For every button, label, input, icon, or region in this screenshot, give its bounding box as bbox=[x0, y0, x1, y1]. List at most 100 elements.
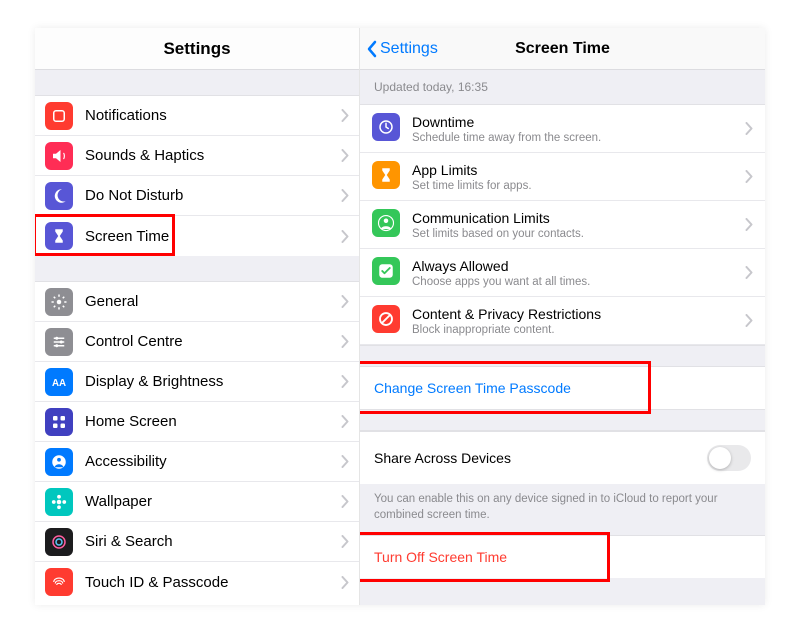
chevron-right-icon bbox=[341, 295, 349, 308]
option-subtitle: Set limits based on your contacts. bbox=[412, 228, 745, 240]
chevron-right-icon bbox=[341, 335, 349, 348]
chevron-right-icon bbox=[341, 576, 349, 589]
sidebar-item-label: Do Not Disturb bbox=[85, 187, 341, 204]
chevron-right-icon bbox=[745, 218, 753, 231]
chevron-right-icon bbox=[341, 109, 349, 122]
back-label: Settings bbox=[380, 40, 438, 58]
option-subtitle: Schedule time away from the screen. bbox=[412, 132, 745, 144]
option-text: Content & Privacy Restrictions Block inap… bbox=[412, 306, 745, 336]
screen-time-options: Downtime Schedule time away from the scre… bbox=[360, 105, 765, 345]
siri-icon bbox=[45, 528, 73, 556]
sidebar-item-do-not-disturb[interactable]: Do Not Disturb bbox=[35, 176, 359, 216]
grid-icon bbox=[45, 408, 73, 436]
option-subtitle: Choose apps you want at all times. bbox=[412, 276, 745, 288]
change-passcode-label: Change Screen Time Passcode bbox=[374, 380, 571, 396]
settings-group-2: General Control Centre AA Display & Brightn… bbox=[35, 282, 359, 602]
nav-bar: Settings Screen Time bbox=[360, 28, 765, 70]
chevron-right-icon bbox=[745, 266, 753, 279]
settings-sidebar: Settings NotificationsSounds & HapticsDo… bbox=[35, 28, 360, 605]
chevron-right-icon bbox=[341, 455, 349, 468]
sidebar-item-label: Screen Time bbox=[85, 228, 341, 245]
back-button[interactable]: Settings bbox=[360, 40, 438, 58]
sidebar-item-label: Control Centre bbox=[85, 333, 341, 350]
turn-off-screen-time-button[interactable]: Turn Off Screen Time bbox=[360, 535, 765, 578]
chevron-right-icon bbox=[745, 314, 753, 327]
sidebar-item-label: Display & Brightness bbox=[85, 373, 341, 390]
option-title: Always Allowed bbox=[412, 258, 745, 274]
sidebar-item-notifications[interactable]: Notifications bbox=[35, 96, 359, 136]
sidebar-item-label: Notifications bbox=[85, 107, 341, 124]
sidebar-item-label: Accessibility bbox=[85, 453, 341, 470]
change-passcode-button[interactable]: Change Screen Time Passcode bbox=[360, 367, 765, 409]
sidebar-item-display-brightness[interactable]: AA Display & Brightness bbox=[35, 362, 359, 402]
option-always-allowed[interactable]: Always Allowed Choose apps you want at al… bbox=[360, 249, 765, 297]
settings-group-1: Notifications Sounds & Haptics Do Not Dist… bbox=[35, 96, 359, 256]
clock-icon bbox=[372, 113, 400, 141]
person-icon bbox=[45, 448, 73, 476]
notifications-icon bbox=[45, 102, 73, 130]
option-app-limits[interactable]: App LimitsSet time limits for apps. bbox=[360, 153, 765, 201]
section-gap bbox=[360, 409, 765, 431]
sidebar-item-wallpaper[interactable]: Wallpaper bbox=[35, 482, 359, 522]
option-text: Downtime Schedule time away from the scre… bbox=[412, 114, 745, 144]
option-title: Content & Privacy Restrictions bbox=[412, 306, 745, 322]
flower-icon bbox=[45, 488, 73, 516]
hourglass-icon bbox=[45, 222, 73, 250]
fingerprint-icon bbox=[45, 568, 73, 596]
share-toggle[interactable] bbox=[707, 445, 751, 471]
aa-icon: AA bbox=[45, 368, 73, 396]
section-gap bbox=[35, 256, 359, 282]
sidebar-item-general[interactable]: General bbox=[35, 282, 359, 322]
sidebar-item-label: Touch ID & Passcode bbox=[85, 574, 341, 591]
sidebar-item-screen-time[interactable]: Screen Time bbox=[35, 216, 359, 256]
option-title: Downtime bbox=[412, 114, 745, 130]
option-text: Communication Limits Set limits based on … bbox=[412, 210, 745, 240]
contacts-icon bbox=[372, 209, 400, 237]
chevron-right-icon bbox=[341, 495, 349, 508]
sidebar-item-label: Siri & Search bbox=[85, 533, 341, 550]
sidebar-item-home-screen[interactable]: Home Screen bbox=[35, 402, 359, 442]
chevron-right-icon bbox=[341, 230, 349, 243]
option-text: Always Allowed Choose apps you want at al… bbox=[412, 258, 745, 288]
option-title: Communication Limits bbox=[412, 210, 745, 226]
sidebar-item-label: Wallpaper bbox=[85, 493, 341, 510]
option-subtitle: Block inappropriate content. bbox=[412, 324, 745, 336]
chevron-right-icon bbox=[745, 170, 753, 183]
option-content-privacy-restrictions[interactable]: Content & Privacy Restrictions Block inap… bbox=[360, 297, 765, 345]
sidebar-item-touch-id-passcode[interactable]: Touch ID & Passcode bbox=[35, 562, 359, 602]
check-icon bbox=[372, 257, 400, 285]
gear-icon bbox=[45, 288, 73, 316]
chevron-right-icon bbox=[341, 375, 349, 388]
section-gap bbox=[360, 345, 765, 367]
sidebar-item-label: Sounds & Haptics bbox=[85, 147, 341, 164]
svg-text:AA: AA bbox=[52, 377, 66, 388]
share-label: Share Across Devices bbox=[374, 450, 707, 466]
sidebar-item-accessibility[interactable]: Accessibility bbox=[35, 442, 359, 482]
nosign-icon bbox=[372, 305, 400, 333]
hourglass-icon bbox=[372, 161, 400, 189]
turn-off-label: Turn Off Screen Time bbox=[374, 549, 507, 565]
sounds-icon bbox=[45, 142, 73, 170]
option-text: App LimitsSet time limits for apps. bbox=[412, 162, 745, 192]
section-gap bbox=[35, 70, 359, 96]
chevron-left-icon bbox=[366, 40, 378, 58]
page-title: Screen Time bbox=[515, 40, 610, 58]
sidebar-item-label: Home Screen bbox=[85, 413, 341, 430]
update-status: Updated today, 16:35 bbox=[360, 70, 765, 105]
option-downtime[interactable]: Downtime Schedule time away from the scre… bbox=[360, 105, 765, 153]
sidebar-item-label: General bbox=[85, 293, 341, 310]
option-communication-limits[interactable]: Communication Limits Set limits based on … bbox=[360, 201, 765, 249]
share-across-devices-row[interactable]: Share Across Devices bbox=[360, 431, 765, 484]
sidebar-item-sounds-haptics[interactable]: Sounds & Haptics bbox=[35, 136, 359, 176]
chevron-right-icon bbox=[341, 535, 349, 548]
chevron-right-icon bbox=[341, 415, 349, 428]
sliders-icon bbox=[45, 328, 73, 356]
chevron-right-icon bbox=[341, 149, 349, 162]
sidebar-item-control-centre[interactable]: Control Centre bbox=[35, 322, 359, 362]
share-footer: You can enable this on any device signed… bbox=[360, 484, 765, 535]
chevron-right-icon bbox=[341, 189, 349, 202]
screen-time-pane: Settings Screen Time Updated today, 16:3… bbox=[360, 28, 765, 605]
option-title: App Limits bbox=[412, 162, 745, 178]
sidebar-item-siri-search[interactable]: Siri & Search bbox=[35, 522, 359, 562]
moon-icon bbox=[45, 182, 73, 210]
